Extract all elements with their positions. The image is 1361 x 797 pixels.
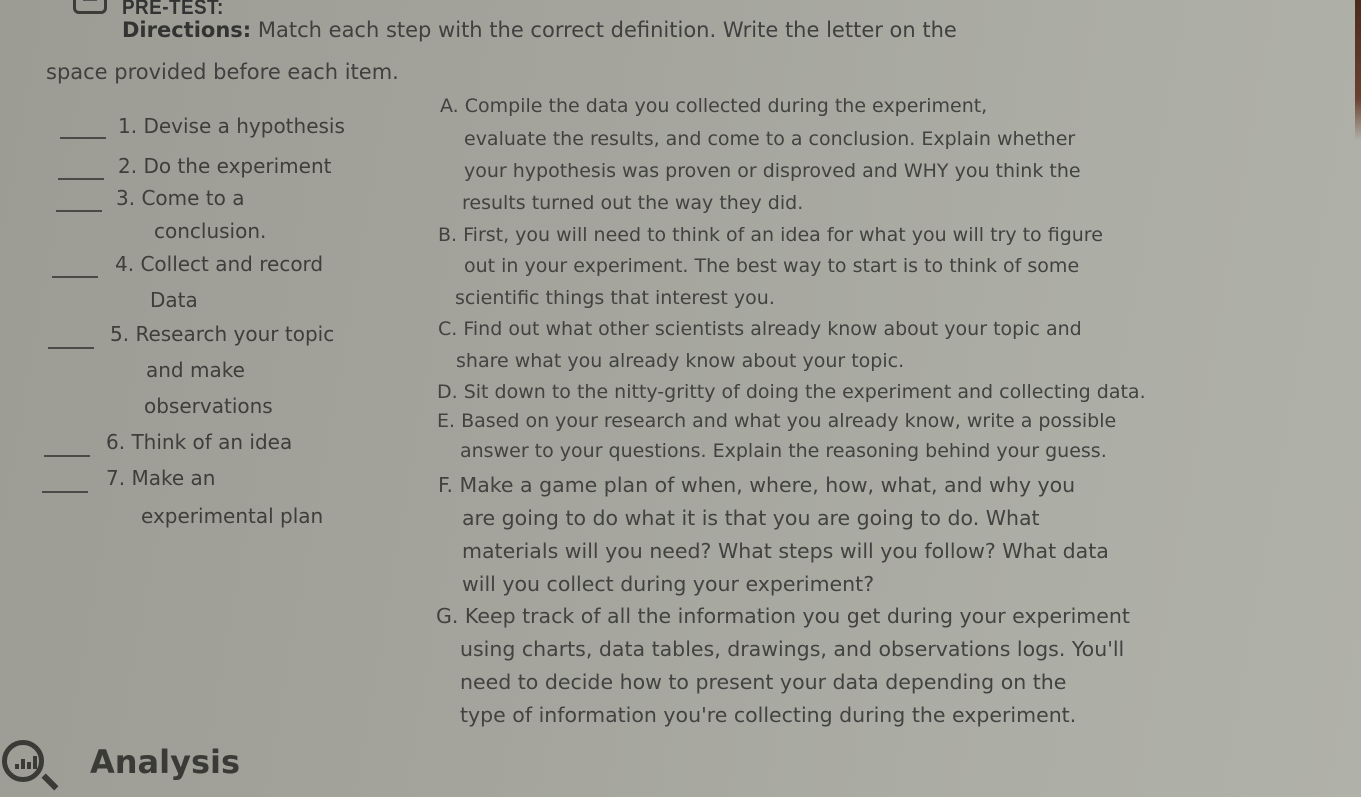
step-4-line-1: 4. Collect and record (115, 252, 324, 276)
definition-a-line-1: A. Compile the data you collected during… (440, 95, 988, 117)
step-4-line-2: Data (150, 288, 198, 312)
definition-b-line-2: out in your experiment. The best way to … (464, 255, 1080, 277)
definition-e-line-1: E. Based on your research and what you a… (437, 410, 1117, 432)
answer-blank-4[interactable] (52, 276, 98, 278)
step-7-line-2: experimental plan (141, 504, 324, 528)
step-2: 2. Do the experiment (118, 154, 332, 178)
answer-blank-3[interactable] (56, 210, 102, 212)
definition-a-line-4: results turned out the way they did. (462, 192, 804, 214)
definition-a-line-3: your hypothesis was proven or disproved … (464, 160, 1081, 182)
directions-line-1: Directions: Match each step with the cor… (122, 18, 957, 42)
magnifier-chart-icon (2, 740, 59, 791)
definition-e-line-2: answer to your questions. Explain the re… (460, 440, 1107, 462)
step-6: 6. Think of an idea (106, 430, 293, 454)
step-5-line-2: and make (146, 358, 245, 382)
page-edge-shadow (1355, 0, 1361, 140)
definition-f-line-4: will you collect during your experiment? (462, 572, 875, 596)
definition-g-line-1: G. Keep track of all the information you… (436, 604, 1130, 628)
document-list-icon (73, 0, 107, 14)
step-5-line-3: observations (144, 394, 273, 418)
answer-blank-1[interactable] (60, 137, 106, 139)
directions-text: Match each step with the correct definit… (257, 18, 957, 42)
definition-g-line-2: using charts, data tables, drawings, and… (460, 637, 1125, 661)
analysis-heading: Analysis (90, 743, 241, 781)
definition-b-line-3: scientific things that interest you. (455, 287, 775, 309)
pretest-title: PRE-TEST: (122, 0, 224, 19)
definition-g-line-4: type of information you're collecting du… (460, 703, 1077, 727)
definition-a-line-2: evaluate the results, and come to a conc… (464, 128, 1076, 150)
step-1: 1. Devise a hypothesis (118, 114, 345, 138)
directions-line-2: space provided before each item. (46, 60, 399, 84)
directions-label: Directions: (122, 18, 252, 42)
step-7-line-1: 7. Make an (106, 466, 216, 490)
definition-d-line-1: D. Sit down to the nitty-gritty of doing… (437, 381, 1146, 403)
definition-b-line-1: B. First, you will need to think of an i… (438, 224, 1103, 246)
definition-f-line-2: are going to do what it is that you are … (462, 506, 1040, 530)
answer-blank-2[interactable] (58, 178, 104, 180)
definition-f-line-3: materials will you need? What steps will… (462, 539, 1109, 563)
answer-blank-6[interactable] (44, 455, 90, 457)
step-5-line-1: 5. Research your topic (110, 322, 335, 346)
step-3-line-1: 3. Come to a (116, 186, 245, 210)
definition-f-line-1: F. Make a game plan of when, where, how,… (438, 473, 1076, 497)
definition-g-line-3: need to decide how to present your data … (460, 670, 1067, 694)
answer-blank-7[interactable] (42, 491, 88, 493)
definition-c-line-1: C. Find out what other scientists alread… (438, 318, 1082, 340)
answer-blank-5[interactable] (48, 347, 94, 349)
definition-c-line-2: share what you already know about your t… (456, 350, 905, 372)
step-3-line-2: conclusion. (154, 219, 267, 243)
